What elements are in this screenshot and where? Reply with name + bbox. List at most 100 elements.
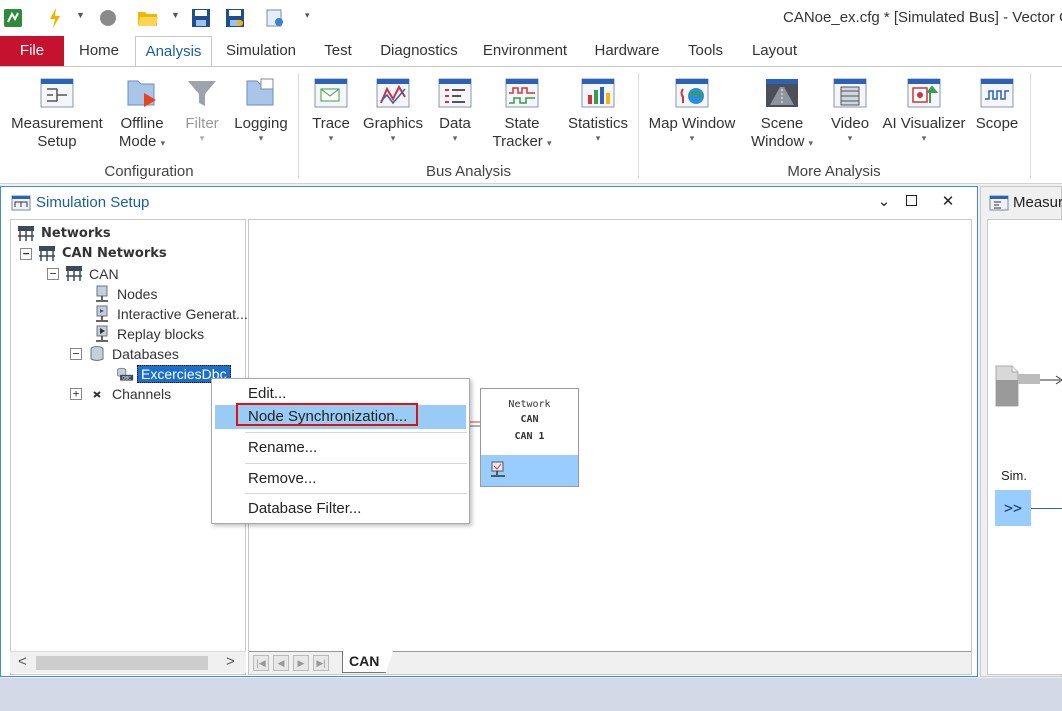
state-tracker-button[interactable]: State Tracker ▾ — [488, 75, 556, 152]
prev-sheet-icon[interactable]: ◀ — [273, 655, 289, 671]
tree-item-networks[interactable]: Networks — [17, 224, 111, 244]
statistics-button[interactable]: Statistics ▾ — [566, 75, 630, 143]
video-button[interactable]: Video ▾ — [826, 75, 874, 143]
tree-label: CAN — [89, 266, 119, 282]
chevron-down-icon[interactable]: ⌄ — [874, 192, 894, 210]
tree-horizontal-scrollbar[interactable]: < > — [10, 651, 246, 673]
start-dropdown-icon[interactable]: ▼ — [76, 10, 85, 20]
tree-item-can[interactable]: − CAN — [47, 264, 119, 284]
tree-item-nodes[interactable]: Nodes — [93, 284, 157, 304]
filter-button[interactable]: Filter ▾ — [180, 75, 224, 143]
maximize-icon[interactable] — [901, 192, 921, 210]
stop-icon[interactable] — [97, 7, 119, 29]
graphics-button[interactable]: Graphics ▾ — [362, 75, 424, 143]
tab-simulation[interactable]: Simulation — [218, 36, 304, 66]
menu-item-rename[interactable]: Rename... — [215, 436, 466, 460]
open-dropdown-icon[interactable]: ▼ — [171, 10, 180, 20]
tree-item-can-networks[interactable]: − CAN Networks — [20, 244, 167, 264]
bus-analysis-group-label: Bus Analysis — [425, 163, 512, 180]
tree-item-channels[interactable]: + Channels — [70, 384, 171, 404]
measurement-canvas[interactable]: Sim. >> — [987, 219, 1062, 675]
scroll-left-icon[interactable]: < — [18, 653, 27, 670]
data-label: Data — [439, 115, 471, 132]
tab-diagnostics[interactable]: Diagnostics — [372, 36, 466, 66]
scope-button[interactable]: Scope — [972, 75, 1022, 133]
data-icon — [438, 78, 472, 108]
tab-tools[interactable]: Tools — [678, 36, 733, 66]
last-sheet-icon[interactable]: ▶| — [313, 655, 329, 671]
state-tracker-label-2: Tracker — [492, 133, 543, 150]
offline-mode-label-2: Mode — [118, 133, 157, 150]
lightning-icon[interactable] — [44, 7, 66, 29]
ai-visualizer-button[interactable]: AI Visualizer ▾ — [882, 75, 966, 143]
scroll-thumb[interactable] — [36, 656, 208, 670]
tab-home[interactable]: Home — [68, 36, 130, 66]
first-sheet-icon[interactable]: |◀ — [253, 655, 269, 671]
customize-toolbar-icon[interactable]: ▾ — [305, 10, 310, 21]
network-block[interactable]: Network CAN CAN 1 — [480, 388, 579, 487]
highlight-annotation-box — [236, 403, 418, 426]
offline-mode-button[interactable]: Offline Mode ▾ — [112, 75, 172, 152]
config-icon[interactable] — [264, 7, 286, 29]
scroll-right-icon[interactable]: > — [226, 653, 235, 670]
trace-label: Trace — [312, 115, 350, 132]
tab-analysis[interactable]: Analysis — [135, 36, 212, 67]
map-window-button[interactable]: Map Window ▾ — [646, 75, 738, 143]
tab-file[interactable]: File — [0, 36, 64, 66]
title-bar: ▼ ▼ ▾ CANoe_ex.cfg * [Simulated Bus] - V… — [0, 0, 1062, 36]
close-icon[interactable]: ✕ — [938, 192, 958, 210]
menu-separator — [245, 463, 467, 464]
network-block-type: Network — [508, 399, 551, 410]
channel-icon — [93, 391, 101, 398]
context-menu: Edit... Node Synchronization... Rename..… — [211, 378, 470, 524]
measurement-setup-icon — [40, 78, 74, 108]
simulation-setup-title-text: Simulation Setup — [36, 194, 150, 211]
tree-label: Replay blocks — [117, 326, 205, 342]
collapse-icon[interactable]: − — [20, 248, 32, 260]
sim-block-button[interactable]: >> — [995, 490, 1031, 526]
filter-icon — [188, 81, 216, 106]
expand-icon[interactable]: + — [70, 388, 82, 400]
ai-visualizer-icon — [907, 78, 941, 108]
collapse-icon[interactable]: − — [70, 348, 82, 360]
ribbon: Measurement Setup Offline Mode ▾ Filter … — [0, 67, 1062, 184]
save-icon[interactable] — [190, 7, 212, 29]
dbc-file-icon: DBC — [117, 367, 134, 381]
sheet-tab-can[interactable]: CAN — [342, 651, 394, 673]
tab-layout[interactable]: Layout — [743, 36, 806, 66]
next-sheet-icon[interactable]: ▶ — [293, 655, 309, 671]
network-icon — [39, 246, 55, 261]
network-block-name: CAN — [520, 414, 539, 425]
statistics-label: Statistics — [567, 115, 628, 132]
menu-item-database-filter[interactable]: Database Filter... — [215, 497, 466, 521]
sim-connection-line — [1031, 508, 1062, 509]
canoe-app-icon[interactable] — [2, 7, 24, 29]
tab-environment[interactable]: Environment — [475, 36, 575, 66]
scene-window-button[interactable]: Scene Window ▾ — [746, 75, 818, 152]
video-icon — [833, 78, 867, 108]
trace-button[interactable]: Trace ▾ — [308, 75, 354, 143]
sheet-tab-strip: |◀ ◀ ▶ ▶| CAN — [249, 651, 971, 674]
ribbon-tabs: File Home Analysis Simulation Test Diagn… — [0, 36, 1062, 67]
logging-button[interactable]: Logging ▾ — [232, 75, 290, 143]
tree-label: Nodes — [117, 286, 158, 302]
measurement-setup-button[interactable]: Measurement Setup — [8, 75, 106, 151]
menu-item-remove[interactable]: Remove... — [215, 467, 466, 491]
menu-separator — [245, 432, 467, 433]
data-button[interactable]: Data ▾ — [432, 75, 478, 143]
open-folder-icon[interactable] — [137, 7, 159, 29]
tree-item-databases[interactable]: − Databases — [70, 344, 179, 364]
tree-item-interactive-generators[interactable]: Interactive Generat... — [93, 304, 248, 324]
tree-item-replay-blocks[interactable]: Replay blocks — [93, 324, 204, 344]
tree-label: Interactive Generat... — [117, 306, 248, 322]
tab-hardware[interactable]: Hardware — [585, 36, 669, 66]
save-as-icon[interactable] — [224, 7, 246, 29]
logging-label: Logging — [234, 115, 288, 132]
scope-icon — [980, 78, 1014, 108]
tab-test[interactable]: Test — [313, 36, 363, 66]
sim-label: Sim. — [1001, 468, 1027, 483]
collapse-icon[interactable]: − — [47, 268, 59, 280]
tree-label: Networks — [41, 226, 111, 241]
measurement-setup-window: Measur Sim. >> — [980, 186, 1062, 677]
state-tracker-icon — [505, 78, 539, 108]
